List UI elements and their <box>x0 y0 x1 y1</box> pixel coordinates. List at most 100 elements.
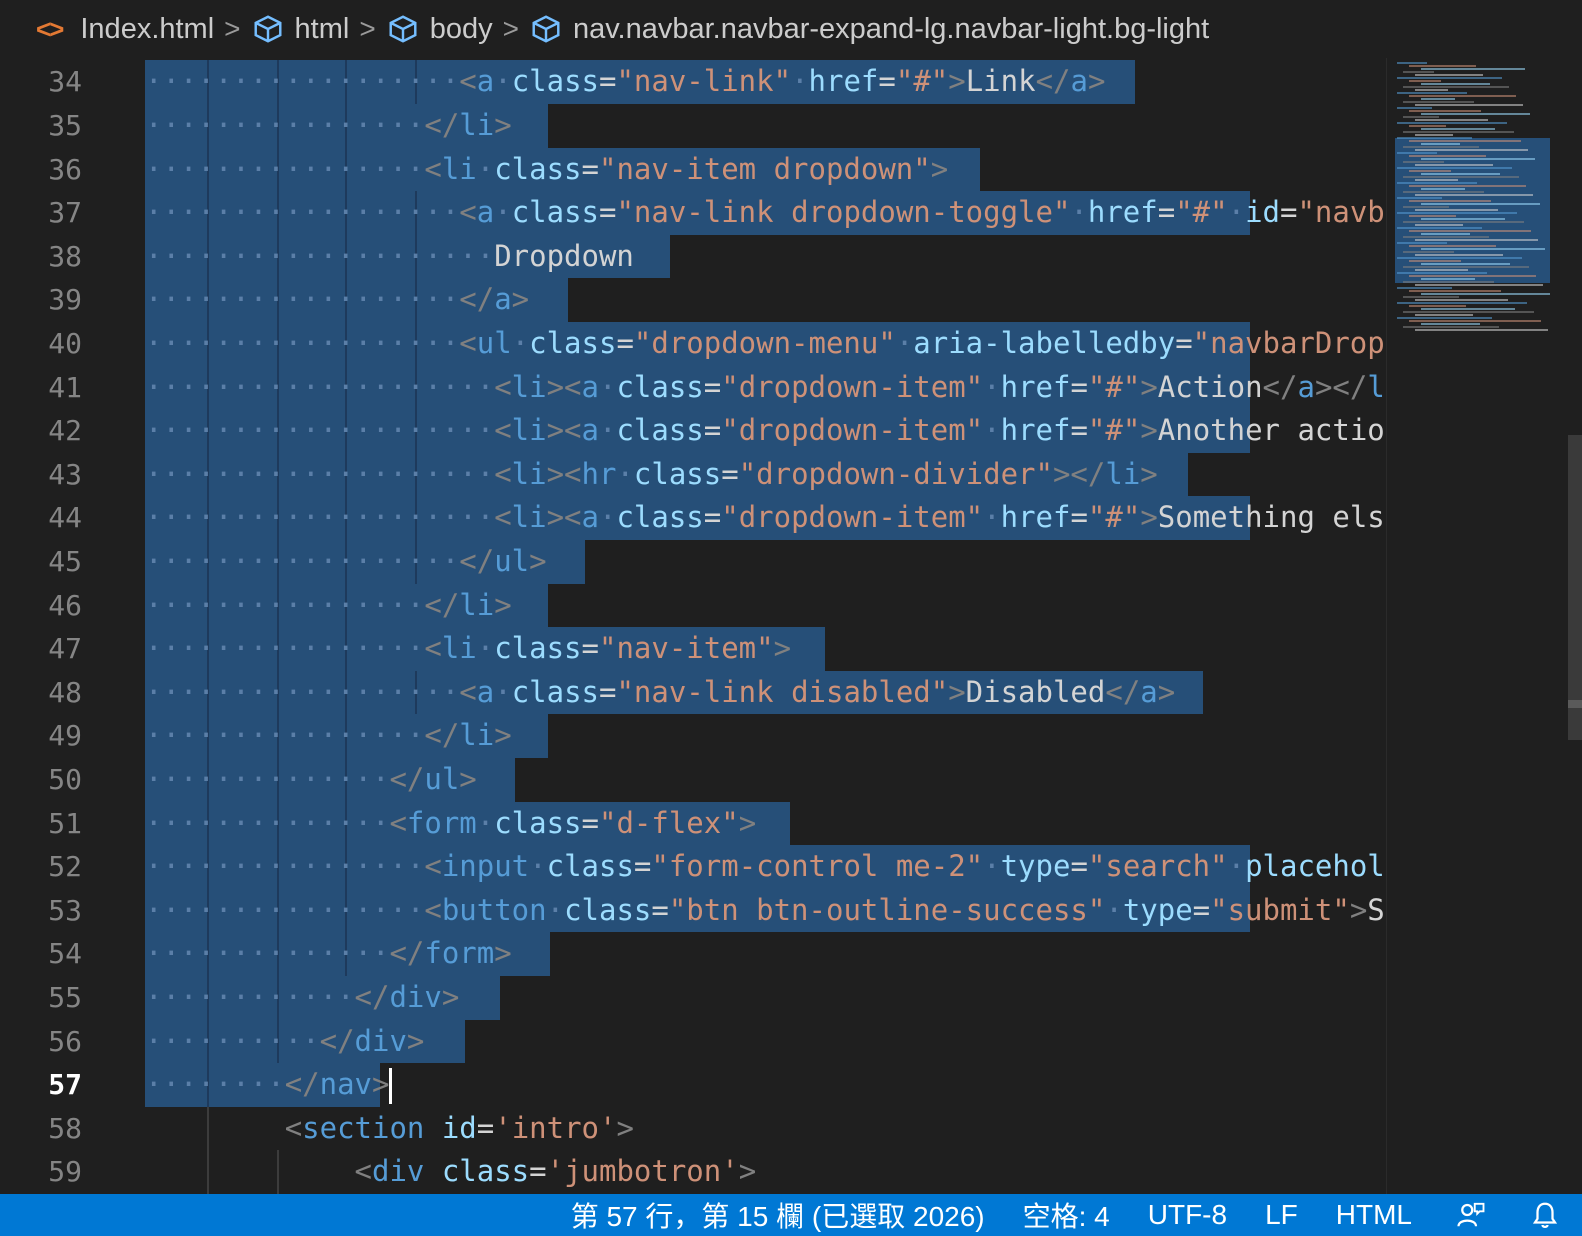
code-editor[interactable]: 34 35 36 37 38 39 40 41 42 43 44 45 46 47 48 49 50 51 52 53… <box>0 58 1400 1194</box>
code-token: a <box>1070 64 1088 99</box>
code-line[interactable]: ················<input·class="form-contr… <box>145 845 1395 889</box>
code-line[interactable]: ··················</ul> <box>145 540 547 584</box>
code-token: Disabled <box>965 674 1106 709</box>
code-token: nav <box>319 1067 372 1102</box>
code-line[interactable]: ············</div> <box>145 976 459 1020</box>
code-line[interactable]: ··············</ul> <box>145 758 477 802</box>
code-token: </ <box>424 108 460 142</box>
code-token: Something else here <box>1157 500 1395 535</box>
code-line[interactable]: ··············<form·class="d-flex"> <box>145 802 756 846</box>
indentation[interactable]: 空格: 4 <box>1023 1195 1110 1235</box>
vertical-scrollbar[interactable] <box>1568 435 1582 740</box>
code-token: a <box>581 413 599 448</box>
minimap-line <box>1409 200 1491 202</box>
code-area[interactable]: ··················<a·class="nav-link"·hr… <box>145 58 1395 1194</box>
code-token: li <box>459 108 495 142</box>
code-line[interactable]: ··················<a·class="nav-link dro… <box>145 191 1395 235</box>
code-token: · <box>616 456 634 491</box>
minimap-line <box>1421 68 1525 70</box>
minimap-line <box>1403 191 1484 193</box>
code-token: · <box>511 326 530 360</box>
status-bar: 第 57 行，第 15 欄 (已選取 2026) 空格: 4 UTF-8 LF … <box>0 1194 1582 1236</box>
minimap-line <box>1421 308 1515 310</box>
minimap-line <box>1415 104 1523 106</box>
code-token: "dropdown-divider" <box>738 456 1053 491</box>
bell-icon[interactable] <box>1530 1200 1560 1230</box>
code-line[interactable]: ················</li> <box>145 104 512 148</box>
code-token: < <box>494 500 512 535</box>
code-token: "form-control me-2" <box>651 849 984 884</box>
feedback-icon[interactable] <box>1456 1200 1486 1230</box>
minimap-line <box>1409 275 1536 277</box>
code-line[interactable]: ················<li·class="nav-item drop… <box>145 148 948 192</box>
minimap-line <box>1397 152 1437 154</box>
code-line[interactable]: ········</nav> <box>145 1063 393 1107</box>
code-token: = <box>721 456 739 491</box>
code-line[interactable]: ··················<a·class="nav-link"·hr… <box>145 60 1105 104</box>
code-line[interactable]: ··················<ul·class="dropdown-me… <box>145 322 1395 366</box>
code-token: · <box>476 151 495 186</box>
breadcrumb-file[interactable]: Index.html <box>80 13 214 46</box>
code-token: </ <box>1105 674 1141 709</box>
code-line[interactable]: <div class='jumbotron'> <box>145 1150 757 1194</box>
code-token: > <box>406 1023 425 1058</box>
breadcrumb-nav[interactable]: nav.navbar.navbar-expand-lg.navbar-light… <box>573 13 1209 46</box>
code-line[interactable]: ····················<li><a·class="dropdo… <box>145 496 1395 540</box>
code-line[interactable]: ················</li> <box>145 584 512 628</box>
encoding[interactable]: UTF-8 <box>1148 1199 1227 1231</box>
code-line[interactable]: ··················<a·class="nav-link dis… <box>145 671 1175 715</box>
code-line[interactable]: ················</li> <box>145 714 512 758</box>
code-line[interactable]: ····················<li><hr·class="dropd… <box>145 453 1158 497</box>
line-number: 59 <box>48 1155 82 1189</box>
code-token: · <box>494 64 512 99</box>
cursor-position[interactable]: 第 57 行，第 15 欄 (已選取 2026) <box>571 1195 985 1235</box>
code-token: "search" <box>1087 849 1228 884</box>
minimap-line <box>1409 140 1521 142</box>
code-token: >< <box>546 413 582 448</box>
whitespace-indent: ·············· <box>145 762 390 796</box>
code-token: li <box>459 718 495 753</box>
code-line[interactable]: ··········</div> <box>145 1020 424 1064</box>
scrollbar-thumb[interactable] <box>1568 700 1582 708</box>
code-line[interactable]: <section id='intro'> <box>145 1107 634 1151</box>
code-token: "nav-item dropdown" <box>599 151 931 186</box>
code-token: = <box>651 892 669 927</box>
code-line[interactable]: ····················<li><a·class="dropdo… <box>145 409 1395 453</box>
end-of-line[interactable]: LF <box>1265 1199 1298 1231</box>
minimap-line <box>1415 284 1543 286</box>
code-token: < <box>494 456 512 491</box>
language-mode[interactable]: HTML <box>1336 1199 1412 1231</box>
minimap-line <box>1397 137 1472 139</box>
code-line[interactable]: ··············</form> <box>145 932 512 976</box>
code-token: </ <box>459 282 495 317</box>
line-number: 53 <box>48 893 82 927</box>
code-token: section <box>302 1110 425 1145</box>
line-number: 58 <box>48 1111 82 1145</box>
code-line[interactable]: ················<li·class="nav-item"> <box>145 627 791 671</box>
code-line[interactable]: ················<button·class="btn btn-o… <box>145 889 1395 933</box>
breadcrumb-body[interactable]: body <box>430 13 493 46</box>
code-line[interactable]: ····················Dropdown <box>145 235 634 279</box>
code-line[interactable]: ··················</a> <box>145 278 529 322</box>
line-number: 51 <box>48 806 82 840</box>
minimap[interactable] <box>1386 58 1582 1194</box>
code-token: > <box>459 762 477 796</box>
breadcrumb-html[interactable]: html <box>295 13 350 46</box>
code-token: a <box>476 195 495 230</box>
code-token: = <box>1070 413 1088 448</box>
code-line[interactable]: ····················<li><a·class="dropdo… <box>145 366 1395 410</box>
minimap-line <box>1403 296 1459 298</box>
minimap-line <box>1403 146 1479 148</box>
code-token: · <box>546 892 565 927</box>
minimap-line <box>1397 212 1517 214</box>
code-token: "nav-link" <box>616 64 792 99</box>
code-token: > <box>948 64 966 99</box>
minimap-line <box>1421 173 1500 175</box>
code-token: = <box>616 326 634 360</box>
code-token: ></ <box>1314 369 1368 404</box>
minimap-line <box>1403 176 1519 178</box>
code-token: "navbarDropdown" <box>1297 195 1395 230</box>
minimap-line <box>1421 248 1545 250</box>
whitespace-indent <box>145 1111 285 1145</box>
